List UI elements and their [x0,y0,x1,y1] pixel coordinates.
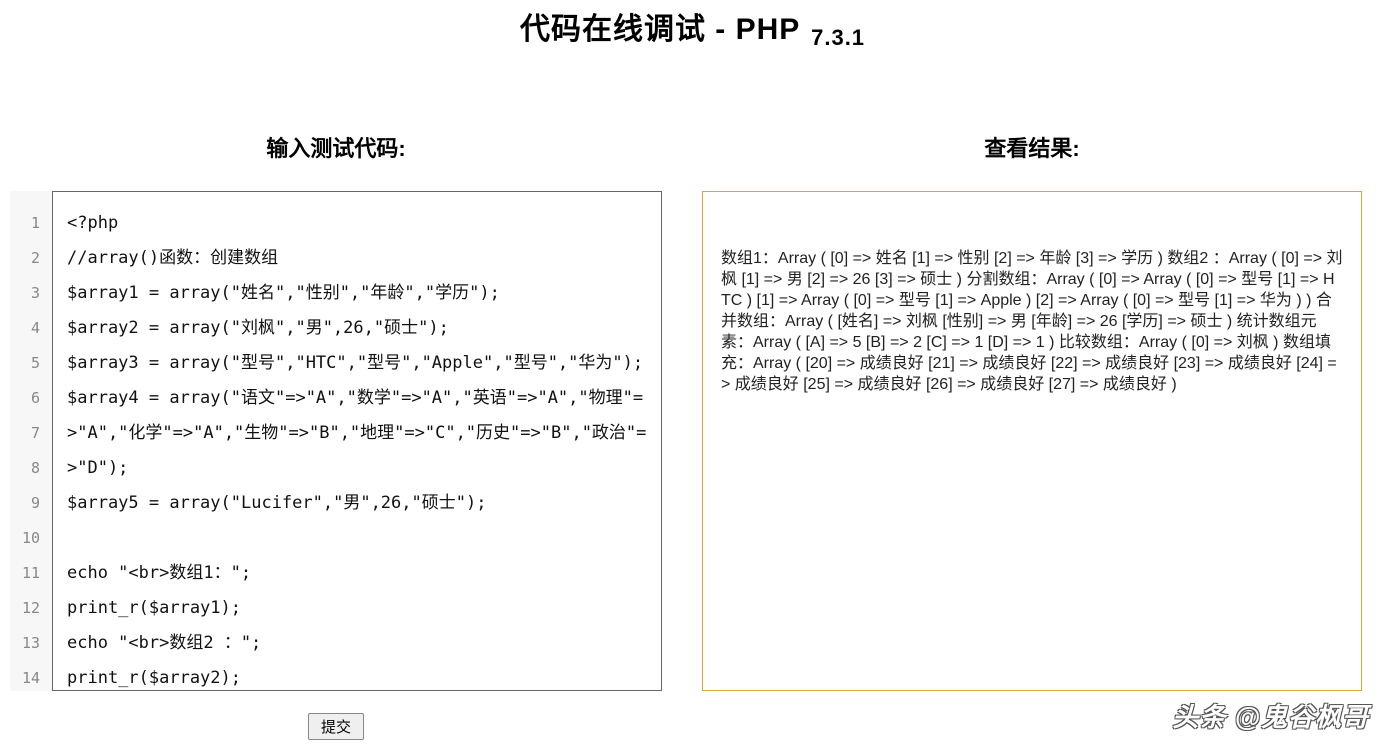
input-heading: 输入测试代码: [266,131,405,163]
page-title-main: 代码在线调试 - PHP [520,13,800,46]
line-number: 5 [10,346,40,381]
line-number-gutter: 1234567891011121314 [10,191,52,691]
line-number: 8 [10,451,40,486]
php-version: 7.3.1 [811,25,865,50]
submit-button[interactable]: 提交 [308,713,364,740]
line-number: 14 [10,661,40,696]
submit-row: 提交 [10,713,662,740]
input-panel: 输入测试代码: 1234567891011121314 <?php //arra… [10,131,662,740]
code-editor: 1234567891011121314 <?php //array()函数：创建… [10,191,662,691]
line-number: 3 [10,276,40,311]
line-number: 9 [10,486,40,521]
line-number: 7 [10,416,40,451]
line-number: 6 [10,381,40,416]
line-number: 13 [10,626,40,661]
page-title: 代码在线调试 - PHP 7.3.1 [0,0,1385,51]
line-number: 10 [10,521,40,556]
line-number: 1 [10,206,40,241]
line-number: 11 [10,556,40,591]
line-number: 2 [10,241,40,276]
main-panels: 输入测试代码: 1234567891011121314 <?php //arra… [0,131,1385,740]
line-number: 12 [10,591,40,626]
line-number: 4 [10,311,40,346]
output-heading: 查看结果: [984,131,1079,163]
output-box: 数组1：Array ( [0] => 姓名 [1] => 性别 [2] => 年… [702,191,1362,691]
output-panel: 查看结果: 数组1：Array ( [0] => 姓名 [1] => 性别 [2… [702,131,1362,691]
code-textarea[interactable]: <?php //array()函数：创建数组 $array1 = array("… [52,191,662,691]
